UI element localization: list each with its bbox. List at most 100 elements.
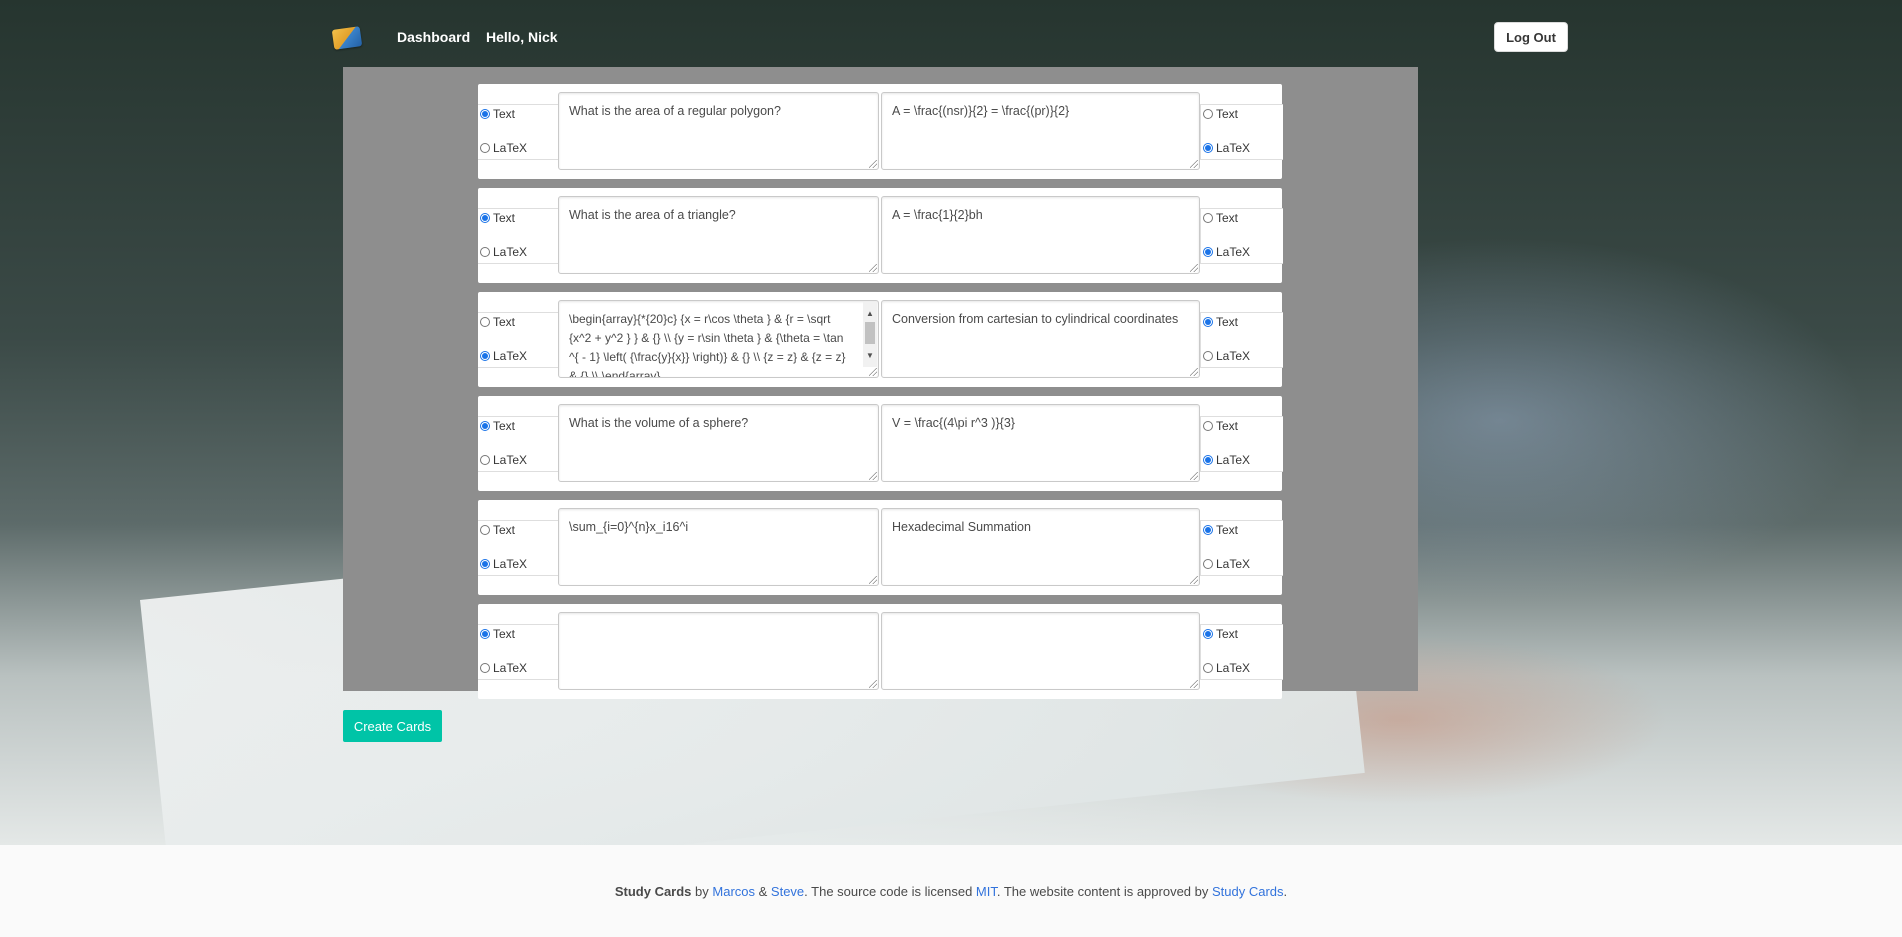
right-text-radio[interactable]: Text: [1203, 419, 1238, 433]
resize-handle-icon[interactable]: [869, 160, 877, 168]
radio-button-icon[interactable]: [480, 109, 490, 119]
right-text-radio[interactable]: Text: [1203, 627, 1238, 641]
top-navbar: Dashboard Hello, Nick Log Out: [0, 0, 1902, 76]
resize-handle-icon[interactable]: [869, 264, 877, 272]
resize-handle-icon[interactable]: [1190, 472, 1198, 480]
author-marcos-link[interactable]: Marcos: [712, 884, 755, 899]
left-latex-radio[interactable]: LaTeX: [480, 453, 527, 467]
card-back-textarea[interactable]: Conversion from cartesian to cylindrical…: [881, 300, 1200, 378]
left-text-radio[interactable]: Text: [480, 211, 515, 225]
left-format-selector: Text LaTeX: [478, 208, 559, 264]
radio-label: LaTeX: [493, 141, 528, 155]
left-latex-radio[interactable]: LaTeX: [480, 557, 527, 571]
right-latex-radio[interactable]: LaTeX: [1203, 349, 1250, 363]
textarea-scrollbar[interactable]: ▲ ▼: [863, 302, 877, 367]
card-front-textarea[interactable]: [558, 612, 879, 690]
left-latex-radio[interactable]: LaTeX: [480, 349, 527, 363]
radio-button-icon[interactable]: [1203, 143, 1213, 153]
card-back-textarea[interactable]: A = \frac{(nsr)}{2} = \frac{(pr)}{2}: [881, 92, 1200, 170]
right-latex-radio[interactable]: LaTeX: [1203, 661, 1250, 675]
resize-handle-icon[interactable]: [869, 472, 877, 480]
left-latex-radio[interactable]: LaTeX: [480, 245, 527, 259]
card-front-textarea[interactable]: What is the volume of a sphere?: [558, 404, 879, 482]
resize-handle-icon[interactable]: [1190, 160, 1198, 168]
radio-button-icon[interactable]: [480, 663, 490, 673]
left-format-selector: Text LaTeX: [478, 416, 559, 472]
card-row: Text LaTeX Text LaTeX: [478, 604, 1283, 699]
left-text-radio[interactable]: Text: [480, 419, 515, 433]
resize-handle-icon[interactable]: [869, 576, 877, 584]
right-text-radio[interactable]: Text: [1203, 211, 1238, 225]
radio-button-icon[interactable]: [480, 559, 490, 569]
radio-button-icon[interactable]: [1203, 351, 1213, 361]
radio-button-icon[interactable]: [1203, 559, 1213, 569]
card-back-text: A = \frac{1}{2}bh: [892, 208, 983, 222]
radio-button-icon[interactable]: [480, 351, 490, 361]
scrollbar-thumb[interactable]: [865, 322, 875, 344]
radio-button-icon[interactable]: [480, 629, 490, 639]
card-front-textarea[interactable]: What is the area of a regular polygon?: [558, 92, 879, 170]
resize-handle-icon[interactable]: [1190, 368, 1198, 376]
radio-button-icon[interactable]: [480, 247, 490, 257]
nav-dashboard-link[interactable]: Dashboard: [397, 29, 470, 45]
right-text-radio[interactable]: Text: [1203, 523, 1238, 537]
resize-handle-icon[interactable]: [1190, 264, 1198, 272]
radio-button-icon[interactable]: [1203, 525, 1213, 535]
resize-handle-icon[interactable]: [869, 680, 877, 688]
radio-button-icon[interactable]: [1203, 663, 1213, 673]
right-latex-radio[interactable]: LaTeX: [1203, 141, 1250, 155]
card-front-textarea[interactable]: What is the area of a triangle?: [558, 196, 879, 274]
radio-label: LaTeX: [1216, 141, 1251, 155]
left-text-radio[interactable]: Text: [480, 315, 515, 329]
card-back-text: A = \frac{(nsr)}{2} = \frac{(pr)}{2}: [892, 104, 1070, 118]
radio-button-icon[interactable]: [1203, 421, 1213, 431]
left-text-radio[interactable]: Text: [480, 627, 515, 641]
scroll-up-arrow-icon[interactable]: ▲: [866, 304, 874, 323]
radio-button-icon[interactable]: [1203, 317, 1213, 327]
radio-label: LaTeX: [493, 245, 528, 259]
card-back-textarea[interactable]: Hexadecimal Summation: [881, 508, 1200, 586]
card-front-textarea[interactable]: \begin{array}{*{20}c} {x = r\cos \theta …: [558, 300, 879, 378]
left-text-radio[interactable]: Text: [480, 107, 515, 121]
radio-button-icon[interactable]: [1203, 109, 1213, 119]
right-latex-radio[interactable]: LaTeX: [1203, 557, 1250, 571]
resize-handle-icon[interactable]: [869, 368, 877, 376]
left-latex-radio[interactable]: LaTeX: [480, 141, 527, 155]
radio-button-icon[interactable]: [480, 421, 490, 431]
radio-button-icon[interactable]: [1203, 629, 1213, 639]
author-steve-link[interactable]: Steve: [771, 884, 804, 899]
radio-button-icon[interactable]: [480, 317, 490, 327]
card-row: Text LaTeX \begin{array}{*{20}c} {x = r\co…: [478, 292, 1283, 387]
card-back-textarea[interactable]: V = \frac{(4\pi r^3 )}{3}: [881, 404, 1200, 482]
radio-button-icon[interactable]: [1203, 247, 1213, 257]
radio-button-icon[interactable]: [1203, 455, 1213, 465]
left-latex-radio[interactable]: LaTeX: [480, 661, 527, 675]
study-cards-logo-icon[interactable]: [331, 26, 363, 50]
scroll-down-arrow-icon[interactable]: ▼: [866, 346, 874, 365]
study-cards-link[interactable]: Study Cards: [1212, 884, 1284, 899]
right-text-radio[interactable]: Text: [1203, 107, 1238, 121]
radio-button-icon[interactable]: [480, 143, 490, 153]
license-mit-link[interactable]: MIT: [976, 884, 997, 899]
right-latex-radio[interactable]: LaTeX: [1203, 453, 1250, 467]
right-text-radio[interactable]: Text: [1203, 315, 1238, 329]
radio-button-icon[interactable]: [1203, 213, 1213, 223]
card-back-textarea[interactable]: A = \frac{1}{2}bh: [881, 196, 1200, 274]
radio-label: LaTeX: [493, 661, 528, 675]
radio-button-icon[interactable]: [480, 455, 490, 465]
radio-label: LaTeX: [493, 453, 528, 467]
footer: Study Cards by Marcos & Steve. The sourc…: [0, 845, 1902, 937]
card-row: Text LaTeX \sum_{i=0}^{n}x_i16^i Hexadecima…: [478, 500, 1283, 595]
card-back-text: Conversion from cartesian to cylindrical…: [892, 312, 1179, 326]
card-front-textarea[interactable]: \sum_{i=0}^{n}x_i16^i: [558, 508, 879, 586]
card-back-textarea[interactable]: [881, 612, 1200, 690]
right-latex-radio[interactable]: LaTeX: [1203, 245, 1250, 259]
radio-button-icon[interactable]: [480, 525, 490, 535]
create-cards-button[interactable]: Create Cards: [343, 710, 442, 742]
resize-handle-icon[interactable]: [1190, 576, 1198, 584]
resize-handle-icon[interactable]: [1190, 680, 1198, 688]
radio-button-icon[interactable]: [480, 213, 490, 223]
logout-button[interactable]: Log Out: [1494, 22, 1568, 52]
left-text-radio[interactable]: Text: [480, 523, 515, 537]
footer-content-text: . The website content is approved by: [996, 884, 1212, 899]
